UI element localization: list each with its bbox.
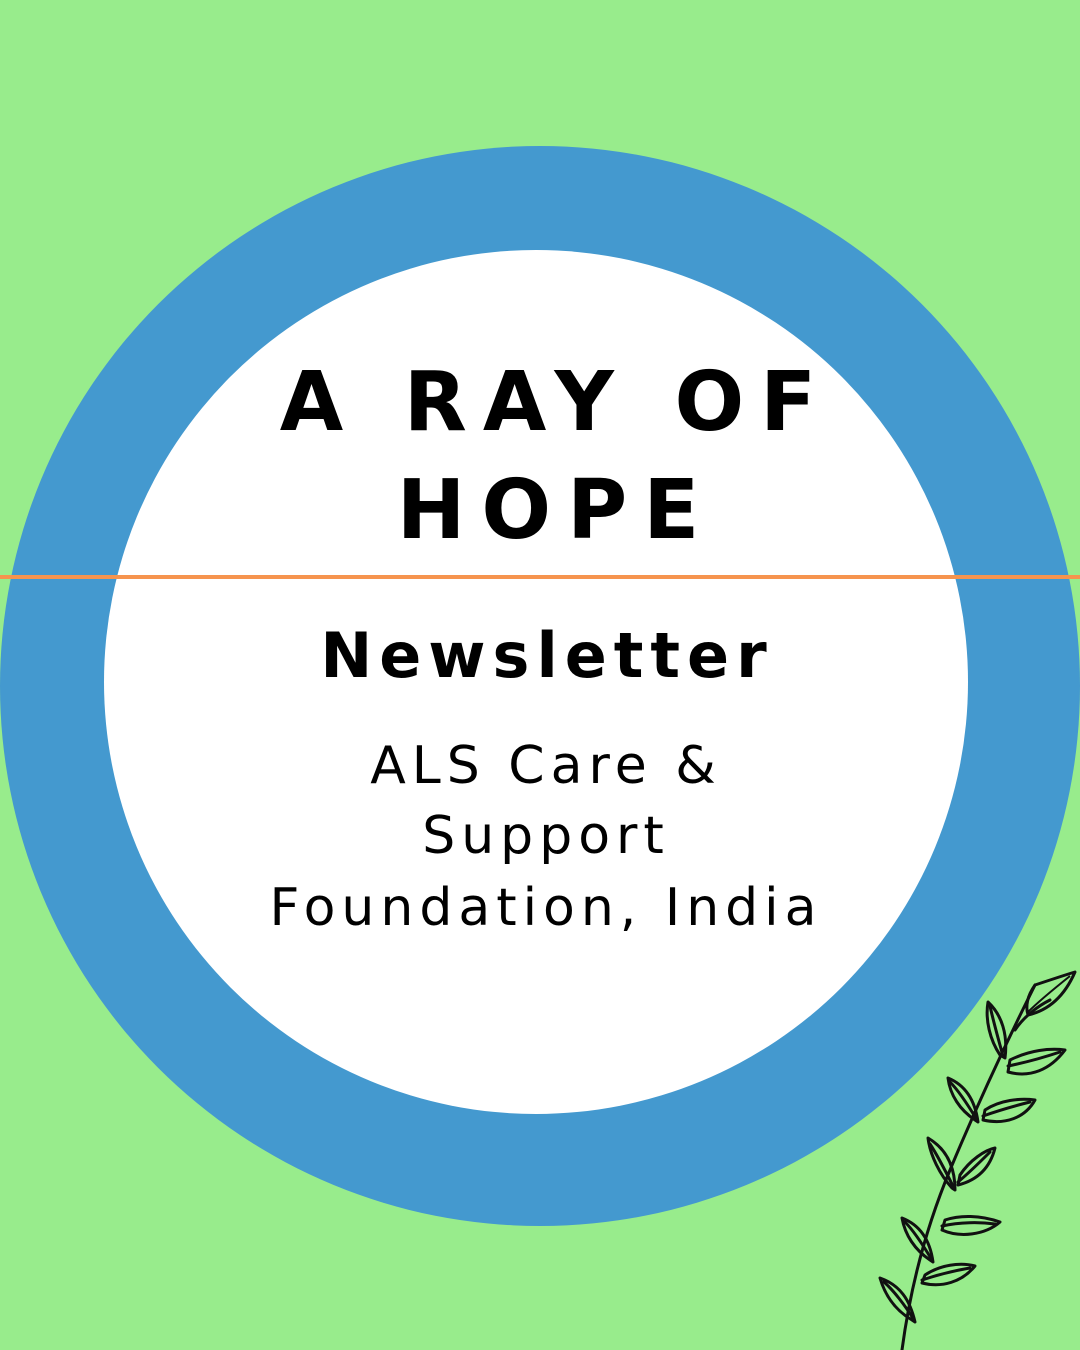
org-name-line-3: Foundation, India (269, 878, 823, 938)
org-name-line-1: ALS Care & (370, 736, 722, 796)
leaf-branch-icon (878, 970, 1077, 1350)
title-line-2: HOPE (396, 463, 716, 558)
orange-divider (0, 575, 1080, 579)
org-name-line-2: Support (422, 806, 670, 866)
title-line-1: A RAY OF (279, 355, 833, 450)
newsletter-subtitle: Newsletter (320, 619, 774, 692)
